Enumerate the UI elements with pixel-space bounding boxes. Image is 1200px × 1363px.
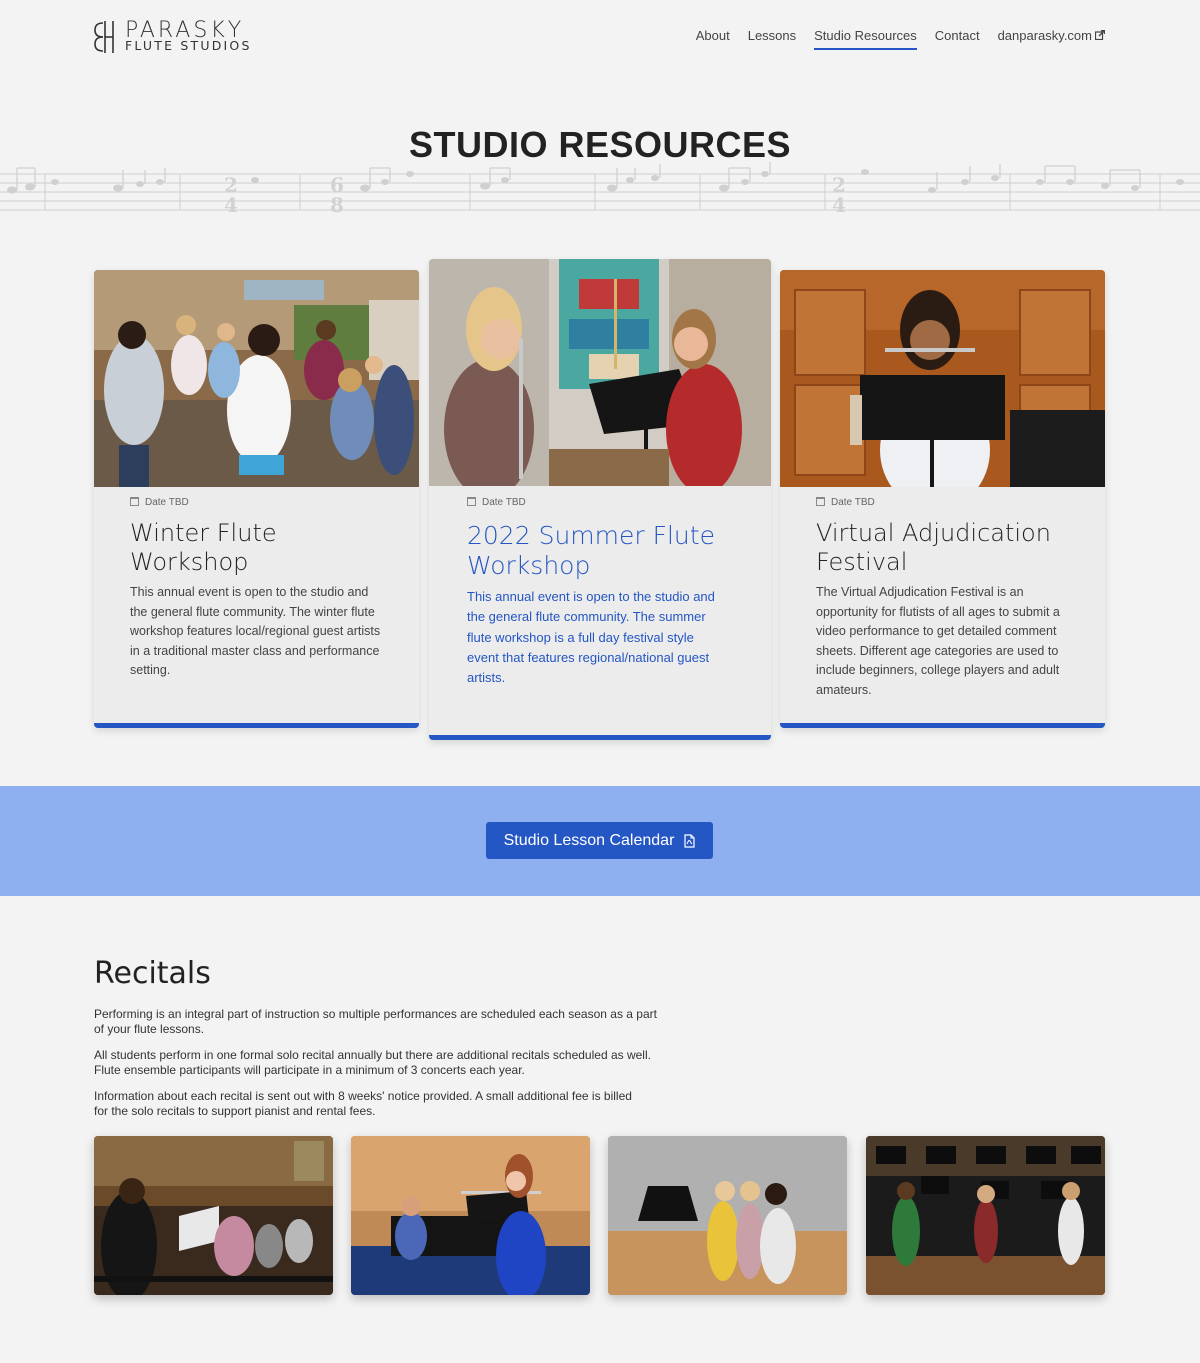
nav-danparasky[interactable]: danparasky.com (998, 28, 1092, 48)
studio-lesson-calendar-button[interactable]: Studio Lesson Calendar (486, 822, 713, 859)
nav-contact[interactable]: Contact (935, 28, 980, 50)
pdf-icon (684, 833, 695, 848)
calendar-icon (816, 497, 825, 506)
svg-text:8: 8 (330, 193, 344, 217)
svg-text:4: 4 (224, 193, 238, 217)
event-title[interactable]: Winter Flute Workshop (130, 519, 410, 577)
nav-lessons[interactable]: Lessons (748, 28, 796, 50)
event-date-text: Date TBD (831, 497, 875, 508)
event-card-winter-workshop[interactable]: Date TBD Winter Flute Workshop This annua… (94, 270, 419, 728)
summer-workshop-photo (429, 259, 771, 486)
recital-photo-2[interactable] (351, 1136, 590, 1295)
winter-workshop-photo (94, 270, 419, 487)
event-title-line-1: 2022 Summer Flute (467, 521, 715, 550)
site-header: PARASKY FLUTE STUDIOS About Lessons Stud… (0, 0, 1200, 72)
recital-piano-image (351, 1136, 590, 1295)
svg-text:4: 4 (832, 193, 846, 217)
event-date-text: Date TBD (482, 497, 526, 508)
event-card-summer-workshop[interactable]: Date TBD 2022 Summer Flute Workshop This … (429, 259, 771, 740)
nav-about[interactable]: About (696, 28, 730, 50)
virtual-adjudication-photo (780, 270, 1105, 487)
event-description: This annual event is open to the studio … (130, 585, 381, 677)
event-title-line-1: Winter Flute (130, 519, 277, 547)
page-title: STUDIO RESOURCES (408, 124, 792, 165)
event-title-line-2: Workshop (130, 548, 249, 576)
event-date-text: Date TBD (145, 497, 189, 508)
event-date: Date TBD (130, 497, 189, 508)
event-title-line-2: Workshop (467, 551, 591, 580)
logo-mark-icon (94, 21, 114, 53)
event-description: This annual event is open to the studio … (467, 589, 715, 686)
main-nav: About Lessons Studio Resources Contact d… (696, 28, 1105, 50)
recitals-paragraph-2: All students perform in one formal solo … (94, 1048, 651, 1077)
site-logo[interactable]: PARASKY FLUTE STUDIOS (93, 19, 263, 57)
calendar-icon (467, 497, 476, 506)
calendar-button-label: Studio Lesson Calendar (503, 831, 675, 849)
recital-photo-4[interactable] (866, 1136, 1105, 1295)
calendar-icon (130, 497, 139, 506)
recitals-paragraph-1: Performing is an integral part of instru… (94, 1007, 657, 1036)
event-title-line-1: Virtual Adjudication (816, 519, 1051, 547)
event-title[interactable]: 2022 Summer Flute Workshop (467, 521, 757, 581)
event-date: Date TBD (467, 497, 526, 508)
event-title-line-2: Festival (816, 548, 908, 576)
recital-ensemble-image (94, 1136, 333, 1295)
recital-photo-3[interactable] (608, 1136, 847, 1295)
event-description: The Virtual Adjudication Festival is an … (816, 585, 1060, 697)
event-title[interactable]: Virtual Adjudication Festival (816, 519, 1101, 577)
recitals-heading: Recitals (94, 956, 211, 991)
external-link-icon (1095, 30, 1105, 40)
recital-trio-image (608, 1136, 847, 1295)
music-staff-decoration: 24 68 24 (0, 162, 1200, 217)
recital-stage-image (866, 1136, 1105, 1295)
event-card-virtual-adjudication[interactable]: Date TBD Virtual Adjudication Festival Th… (780, 270, 1105, 728)
nav-studio-resources[interactable]: Studio Resources (814, 28, 917, 50)
event-date: Date TBD (816, 497, 875, 508)
recital-photo-1[interactable] (94, 1136, 333, 1295)
recitals-paragraph-3: Information about each recital is sent o… (94, 1089, 632, 1118)
nav-external-link[interactable]: danparasky.com (998, 28, 1105, 50)
brand-subtitle: FLUTE STUDIOS (125, 38, 252, 53)
